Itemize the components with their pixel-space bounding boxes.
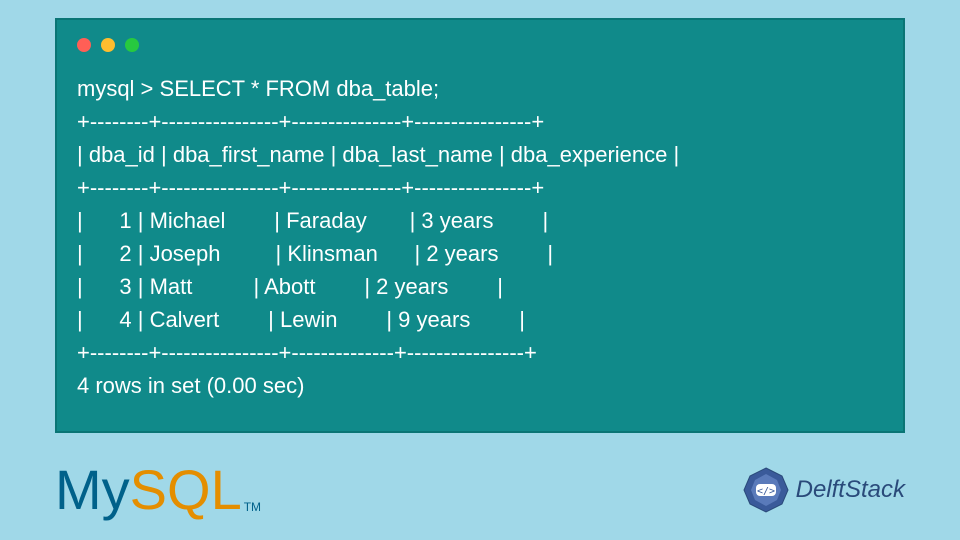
mysql-logo-my: My <box>55 457 130 522</box>
svg-text:</>: </> <box>757 486 775 497</box>
table-row: | 4 | Calvert | Lewin | 9 years | <box>77 307 525 332</box>
terminal-output: mysql > SELECT * FROM dba_table; +------… <box>77 72 883 402</box>
window-controls <box>77 38 883 52</box>
close-icon[interactable] <box>77 38 91 52</box>
minimize-icon[interactable] <box>101 38 115 52</box>
delftstack-label: DelftStack <box>796 476 905 504</box>
result-footer: 4 rows in set (0.00 sec) <box>77 373 304 398</box>
table-header: | dba_id | dba_first_name | dba_last_nam… <box>77 142 679 167</box>
mysql-logo-sql: SQL <box>130 457 242 522</box>
maximize-icon[interactable] <box>125 38 139 52</box>
table-row: | 1 | Michael | Faraday | 3 years | <box>77 208 548 233</box>
delftstack-icon: </> <box>742 466 790 514</box>
mysql-logo: MySQLTM <box>55 457 261 522</box>
table-border-top: +--------+----------------+-------------… <box>77 109 544 134</box>
table-border-bottom: +--------+----------------+-------------… <box>77 340 537 365</box>
mysql-logo-tm: TM <box>244 500 261 514</box>
table-row: | 3 | Matt | Abott | 2 years | <box>77 274 503 299</box>
terminal-window: mysql > SELECT * FROM dba_table; +------… <box>55 18 905 433</box>
logo-bar: MySQLTM </> DelftStack <box>55 457 905 522</box>
table-border-mid: +--------+----------------+-------------… <box>77 175 544 200</box>
sql-command: mysql > SELECT * FROM dba_table; <box>77 76 439 101</box>
table-row: | 2 | Joseph | Klinsman | 2 years | <box>77 241 553 266</box>
delftstack-logo: </> DelftStack <box>742 466 905 514</box>
